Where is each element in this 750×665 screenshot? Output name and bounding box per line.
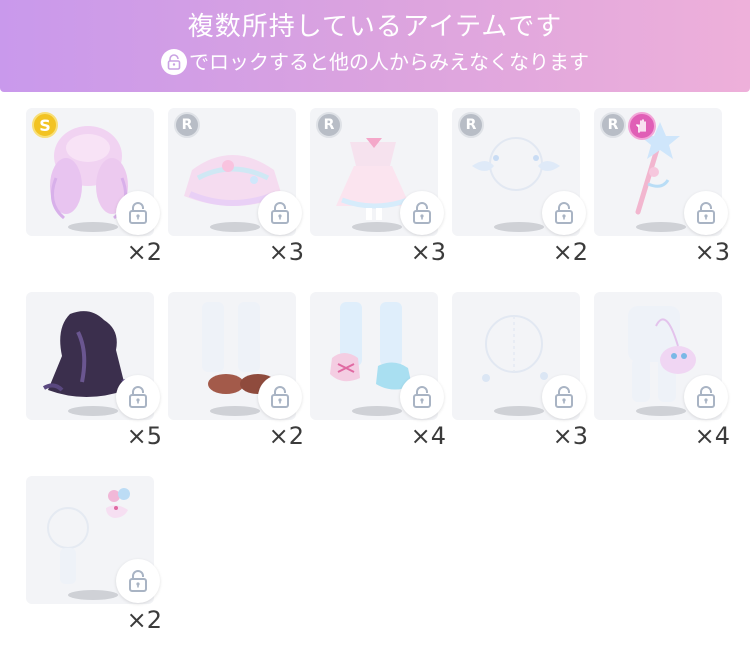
lock-button[interactable] — [684, 375, 728, 419]
item-shadow — [494, 406, 544, 416]
lock-button[interactable] — [116, 559, 160, 603]
item-card[interactable]: ×2 — [168, 292, 304, 450]
item-shadow — [68, 590, 118, 600]
item-shadow — [352, 222, 402, 232]
item-count: ×3 — [694, 238, 730, 266]
lock-button[interactable] — [400, 191, 444, 235]
item-card[interactable]: ×4 — [594, 292, 730, 450]
item-card[interactable]: ×4 — [310, 292, 446, 450]
lock-button[interactable] — [684, 191, 728, 235]
item-shadow — [636, 406, 686, 416]
lock-button[interactable] — [116, 375, 160, 419]
item-count: ×3 — [552, 422, 588, 450]
lock-button[interactable] — [542, 375, 586, 419]
item-shadow — [352, 406, 402, 416]
unlock-icon — [271, 202, 289, 224]
unlock-icon — [413, 386, 431, 408]
item-shadow — [68, 406, 118, 416]
item-shadow — [68, 222, 118, 232]
item-count: ×4 — [694, 422, 730, 450]
item-count: ×2 — [126, 606, 162, 634]
item-count: ×5 — [126, 422, 162, 450]
item-count: ×2 — [268, 422, 304, 450]
item-card[interactable]: S ×2 — [26, 108, 162, 266]
item-card[interactable]: ×5 — [26, 292, 162, 450]
unlock-icon — [555, 386, 573, 408]
item-count: ×2 — [126, 238, 162, 266]
rank-badge: S — [32, 112, 58, 138]
lock-button[interactable] — [258, 375, 302, 419]
item-grid: S ×2 R ×3 R ×3 R ×2 R ×3 ×5 ×2 ×4 ×3 ×4 … — [0, 0, 750, 665]
unlock-icon — [129, 570, 147, 592]
item-count: ×3 — [410, 238, 446, 266]
unlock-icon — [129, 202, 147, 224]
unlock-icon — [697, 386, 715, 408]
unlock-icon — [697, 202, 715, 224]
rank-badge: R — [316, 112, 342, 138]
unlock-icon — [129, 386, 147, 408]
unlock-icon — [555, 202, 573, 224]
item-count: ×3 — [268, 238, 304, 266]
rank-badge: R — [458, 112, 484, 138]
lock-button[interactable] — [400, 375, 444, 419]
rank-badge: R — [600, 112, 626, 138]
item-shadow — [210, 222, 260, 232]
item-shadow — [210, 406, 260, 416]
unlock-icon — [271, 386, 289, 408]
item-card[interactable]: R ×3 — [310, 108, 446, 266]
unlock-icon — [413, 202, 431, 224]
lock-button[interactable] — [542, 191, 586, 235]
item-card[interactable]: ×2 — [26, 476, 162, 634]
item-card[interactable]: R ×3 — [168, 108, 304, 266]
lock-button[interactable] — [258, 191, 302, 235]
hand-icon — [628, 112, 656, 140]
item-count: ×4 — [410, 422, 446, 450]
item-card[interactable]: R ×2 — [452, 108, 588, 266]
rank-badge: R — [174, 112, 200, 138]
item-card[interactable]: R ×3 — [594, 108, 730, 266]
item-card[interactable]: ×3 — [452, 292, 588, 450]
lock-button[interactable] — [116, 191, 160, 235]
item-shadow — [494, 222, 544, 232]
item-shadow — [636, 222, 686, 232]
item-count: ×2 — [552, 238, 588, 266]
